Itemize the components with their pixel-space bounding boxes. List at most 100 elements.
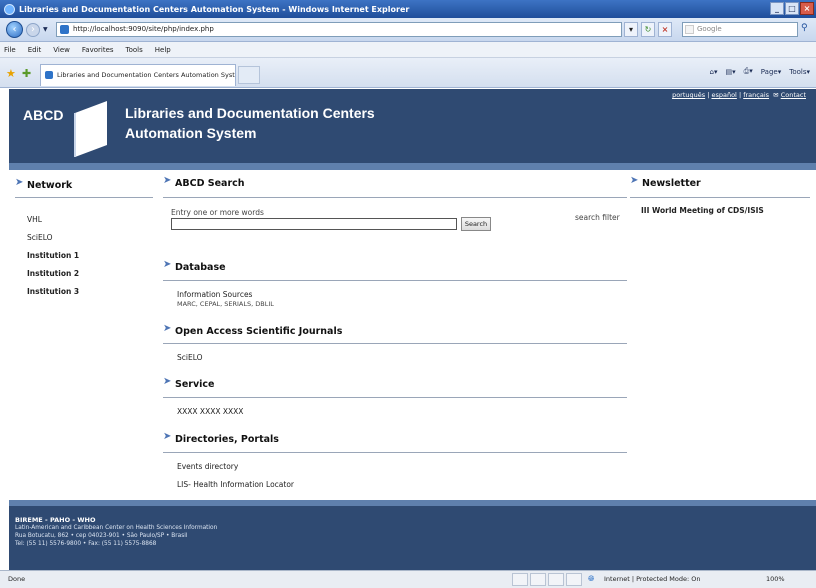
new-tab-button[interactable]: [238, 66, 260, 84]
status-cell: [566, 573, 582, 586]
feeds-icon[interactable]: ▤▾: [726, 68, 736, 76]
lang-link-es[interactable]: español: [711, 91, 736, 99]
abcd-search-input[interactable]: [171, 218, 457, 230]
refresh-icon[interactable]: ↻: [641, 22, 655, 37]
zoom-level[interactable]: 100%: [766, 575, 785, 583]
site-title: Libraries and Documentation Centers Auto…: [125, 103, 375, 143]
divider: [163, 452, 627, 453]
lis-locator-link[interactable]: LIS- Health Information Locator: [177, 480, 294, 489]
status-cell: [548, 573, 564, 586]
address-bar: ‹ › ▼ http://localhost:9090/site/php/ind…: [0, 18, 816, 42]
sidebar-item-institution-3[interactable]: Institution 3: [27, 283, 79, 301]
search-placeholder: Google: [697, 25, 722, 33]
menu-item-tools[interactable]: Tools: [126, 46, 143, 54]
journals-title: Open Access Scientific Journals: [175, 326, 343, 337]
status-cell: [530, 573, 546, 586]
newsletter-item[interactable]: III World Meeting of CDS/ISIS: [641, 206, 764, 215]
add-favorite-icon[interactable]: ✚: [22, 67, 31, 80]
service-title: Service: [175, 379, 215, 390]
window-titlebar: Libraries and Documentation Centers Auto…: [0, 0, 816, 18]
service-link[interactable]: XXXX XXXX XXXX: [177, 407, 243, 416]
footer-center: Latin-American and Caribbean Center on H…: [15, 525, 218, 531]
menu-bar: File Edit View Favorites Tools Help: [0, 42, 816, 58]
service-heading: ➤ Service: [163, 376, 215, 390]
database-title: Database: [175, 262, 226, 273]
information-sources-link[interactable]: Information Sources: [177, 290, 252, 299]
url-input[interactable]: http://localhost:9090/site/php/index.php: [56, 22, 622, 37]
search-button[interactable]: Search: [461, 217, 491, 231]
arrow-icon: ➤: [163, 431, 172, 442]
book-logo-icon: [74, 101, 107, 157]
arrow-icon: ➤: [163, 323, 172, 334]
arrow-icon: ➤: [163, 259, 172, 270]
sidebar-item-institution-2[interactable]: Institution 2: [27, 265, 79, 283]
language-links: português | español | français ✉ Contact: [672, 91, 806, 99]
arrow-icon: ➤: [15, 177, 24, 188]
directories-title: Directories, Portals: [175, 434, 279, 445]
journals-scielo-link[interactable]: SciELO: [177, 353, 203, 362]
contact-link[interactable]: Contact: [781, 91, 806, 99]
page-menu[interactable]: Page▾: [761, 68, 781, 76]
tab-label: Libraries and Documentation Centers Auto…: [57, 71, 236, 79]
window-title: Libraries and Documentation Centers Auto…: [19, 4, 410, 14]
sidebar-title: Network: [27, 180, 73, 191]
menu-item-edit[interactable]: Edit: [28, 46, 42, 54]
menu-item-file[interactable]: File: [4, 46, 16, 54]
header-strip: [9, 163, 816, 170]
newsletter-heading: ➤ Newsletter: [630, 175, 701, 189]
lang-link-pt[interactable]: português: [672, 91, 705, 99]
sidebar-item-scielo[interactable]: SciELO: [27, 229, 79, 247]
search-icon[interactable]: ⚲: [801, 23, 808, 33]
stop-icon[interactable]: ×: [658, 22, 672, 37]
maximize-button[interactable]: □: [785, 2, 799, 15]
address-dropdown-icon[interactable]: ▾: [624, 22, 638, 37]
lang-link-fr[interactable]: français: [743, 91, 769, 99]
window-controls: _ □ ×: [770, 2, 814, 15]
events-directory-link[interactable]: Events directory: [177, 462, 238, 471]
site-footer: BIREME - PAHO - WHO Latin-American and C…: [9, 500, 816, 570]
menu-item-favorites[interactable]: Favorites: [82, 46, 114, 54]
minimize-button[interactable]: _: [770, 2, 784, 15]
status-cell: [512, 573, 528, 586]
arrow-icon: ➤: [630, 175, 639, 186]
page-icon: [60, 25, 69, 34]
globe-icon: 🌐︎: [588, 574, 595, 583]
divider: [163, 343, 627, 344]
ie-logo-icon: [4, 3, 15, 15]
search-filter-link[interactable]: search filter: [575, 213, 620, 222]
url-text: http://localhost:9090/site/php/index.php: [73, 25, 214, 33]
footer-address: Rua Botucatu, 862 • cep 04023-901 • São …: [15, 533, 188, 539]
home-icon[interactable]: ⌂▾: [710, 68, 718, 76]
database-heading: ➤ Database: [163, 259, 226, 273]
page-menu-label: Page: [760, 67, 778, 76]
tab-bar: ★ ✚ Libraries and Documentation Centers …: [0, 58, 816, 88]
divider: [163, 197, 627, 198]
tab-current[interactable]: Libraries and Documentation Centers Auto…: [40, 64, 236, 86]
site-title-line2: Automation System: [125, 125, 257, 141]
sidebar-heading: ➤ Network: [15, 177, 73, 191]
divider: [163, 397, 627, 398]
search-field-label: Entry one or more words: [171, 208, 264, 217]
menu-item-help[interactable]: Help: [155, 46, 171, 54]
database-list: MARC, CEPAL, SERIALS, DBLIL: [177, 300, 274, 308]
tab-page-icon: [45, 71, 53, 79]
divider: [163, 280, 627, 281]
close-button[interactable]: ×: [800, 2, 814, 15]
sidebar-item-vhl[interactable]: VHL: [27, 211, 79, 229]
print-icon[interactable]: ⎙▾: [744, 67, 753, 76]
back-button[interactable]: ‹: [6, 21, 23, 38]
directories-heading: ➤ Directories, Portals: [163, 431, 279, 445]
page-content: ➤ Network VHL SciELO Institution 1 Insti…: [9, 170, 816, 500]
forward-button[interactable]: ›: [26, 23, 40, 37]
tools-menu[interactable]: Tools▾: [789, 68, 810, 76]
security-zone[interactable]: Internet | Protected Mode: On: [604, 575, 701, 583]
tools-menu-label: Tools: [789, 67, 807, 76]
menu-item-view[interactable]: View: [53, 46, 70, 54]
web-search-input[interactable]: Google: [682, 22, 798, 37]
newsletter-title: Newsletter: [642, 178, 701, 189]
divider: [15, 197, 153, 198]
favorites-star-icon[interactable]: ★: [6, 67, 16, 80]
search-title: ABCD Search: [175, 178, 245, 189]
sidebar-item-institution-1[interactable]: Institution 1: [27, 247, 79, 265]
history-dropdown-icon[interactable]: ▼: [43, 26, 48, 33]
